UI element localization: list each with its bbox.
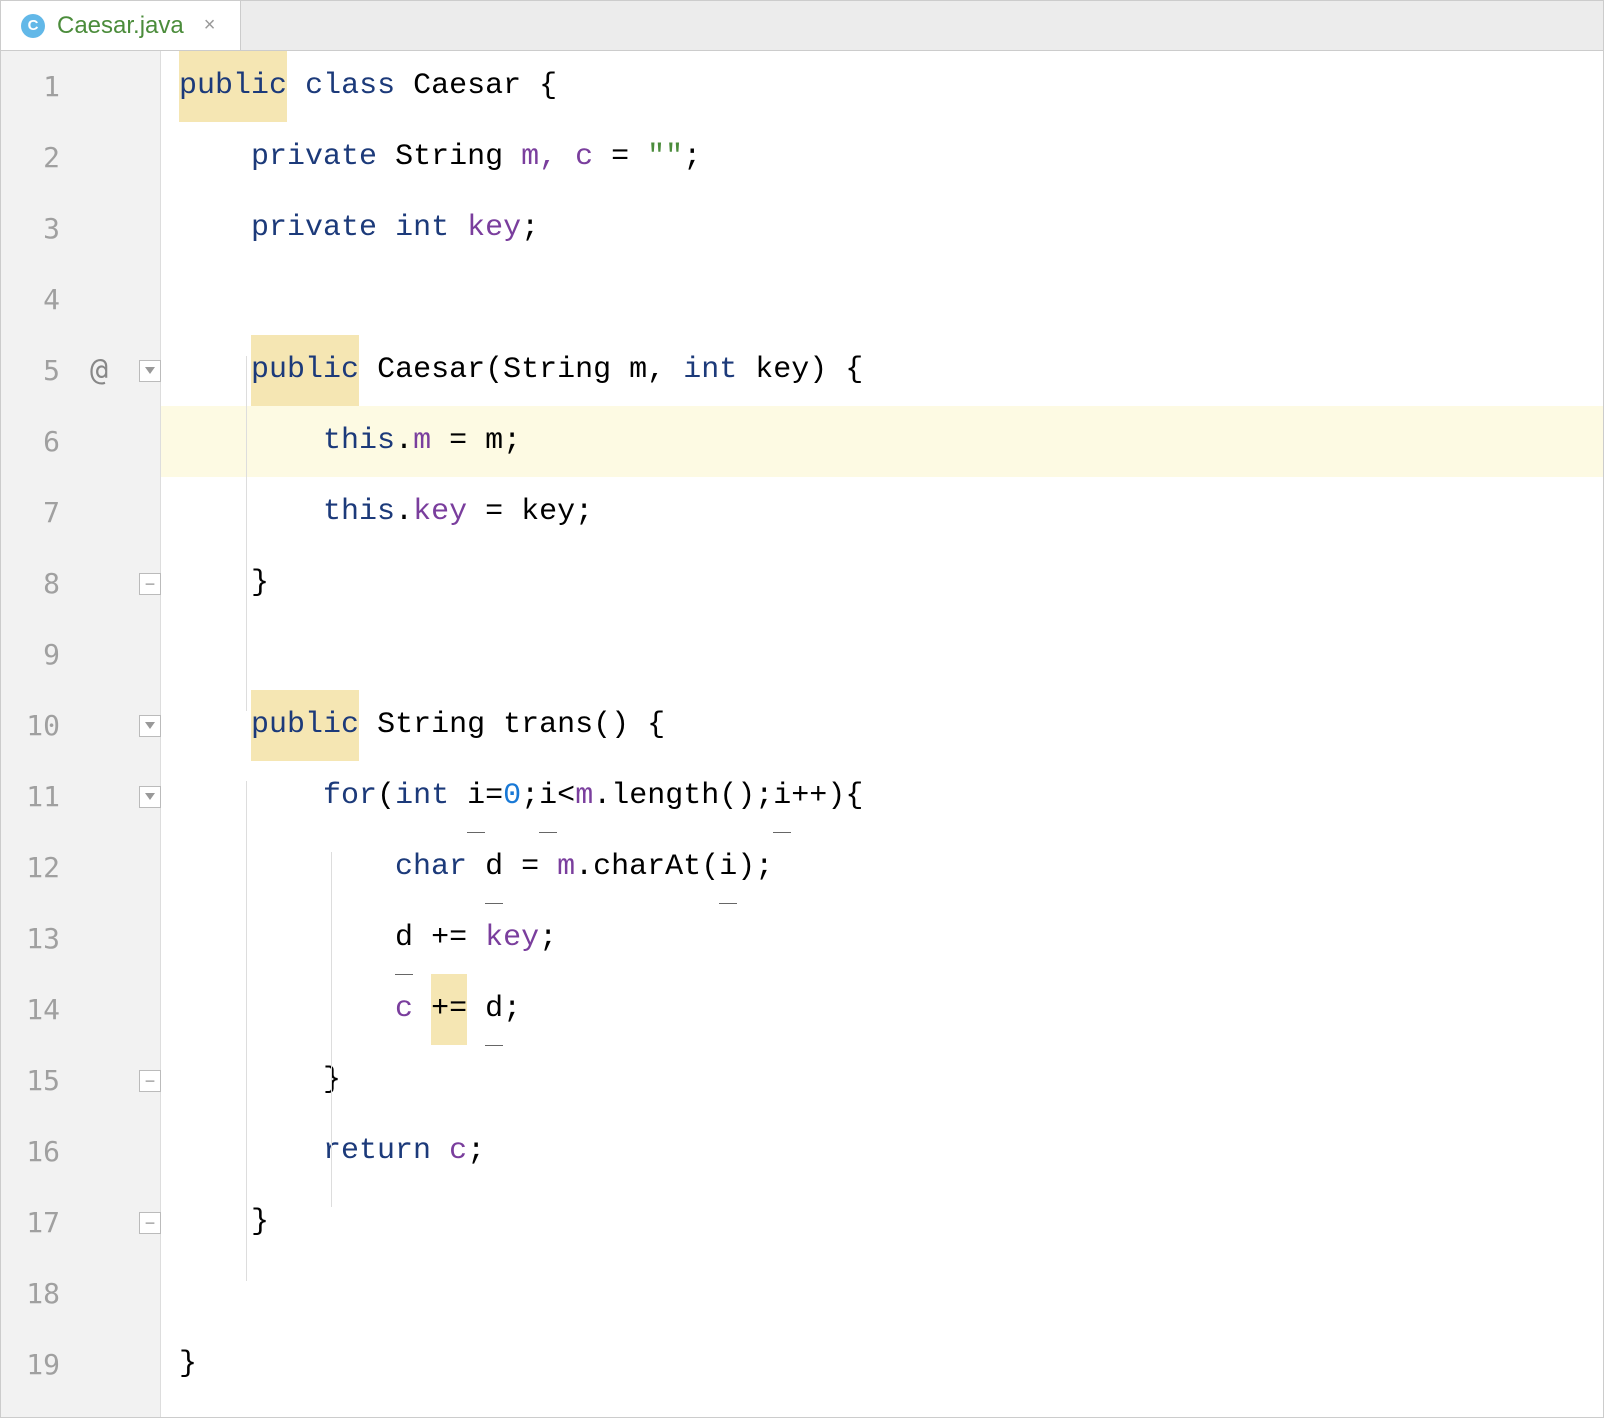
line-number: 7 [1,496,160,529]
java-file-icon: C [21,14,45,38]
code-line[interactable]: } [161,1045,1603,1116]
fold-marker-icon[interactable] [139,1070,161,1092]
code-line[interactable]: public String trans() { [161,690,1603,761]
code-line[interactable] [161,1258,1603,1329]
fold-marker-icon[interactable] [139,1212,161,1234]
line-number: 9 [1,638,160,671]
code-line[interactable]: } [161,1187,1603,1258]
fold-marker-icon[interactable] [139,715,161,737]
code-line[interactable]: } [161,548,1603,619]
line-number: 14 [1,993,160,1026]
code-line-current[interactable]: this.m = m; [161,406,1603,477]
line-number: 16 [1,1135,160,1168]
line-number: 6 [1,425,160,458]
editor-container: C Caesar.java × 1 2 3 4 5 @ 6 7 8 9 10 [0,0,1604,1418]
code-line[interactable]: c += d; [161,974,1603,1045]
code-line[interactable]: for(int i=0;i<m.length();i++){ [161,761,1603,832]
line-number: 2 [1,141,160,174]
code-area[interactable]: public class Caesar { private String m, … [161,51,1603,1417]
tab-filename: Caesar.java [57,12,184,40]
fold-marker-icon[interactable] [139,360,161,382]
close-icon[interactable]: × [204,14,216,37]
fold-marker-icon[interactable] [139,786,161,808]
fold-marker-icon[interactable] [139,573,161,595]
code-line[interactable] [161,619,1603,690]
code-line[interactable]: } [161,1329,1603,1400]
override-annotation-icon: @ [90,353,108,388]
line-number: 19 [1,1348,160,1381]
line-number: 3 [1,212,160,245]
line-number: 12 [1,851,160,884]
code-line[interactable]: this.key = key; [161,477,1603,548]
tab-bar: C Caesar.java × [1,1,1603,51]
code-line[interactable]: return c; [161,1116,1603,1187]
line-number: 4 [1,283,160,316]
line-number: 5 [1,354,160,387]
tab-caesar-java[interactable]: C Caesar.java × [1,1,241,50]
code-line[interactable]: public Caesar(String m, int key) { [161,335,1603,406]
gutter: 1 2 3 4 5 @ 6 7 8 9 10 11 [1,51,161,1417]
code-line[interactable]: char d = m.charAt(i); [161,832,1603,903]
content-area: 1 2 3 4 5 @ 6 7 8 9 10 11 [1,51,1603,1417]
line-number: 10 [1,709,160,742]
line-number: 1 [1,70,160,103]
code-line[interactable]: d += key; [161,903,1603,974]
scope-line [331,852,332,1207]
scope-line [246,356,247,711]
line-number: 13 [1,922,160,955]
scope-line [246,781,247,1281]
line-number: 11 [1,780,160,813]
code-line[interactable]: private int key; [161,193,1603,264]
line-number: 17 [1,1206,160,1239]
line-number: 8 [1,567,160,600]
line-number: 18 [1,1277,160,1310]
code-line[interactable]: private String m, c = ""; [161,122,1603,193]
line-number: 15 [1,1064,160,1097]
code-line[interactable]: public class Caesar { [161,51,1603,122]
code-line[interactable] [161,264,1603,335]
